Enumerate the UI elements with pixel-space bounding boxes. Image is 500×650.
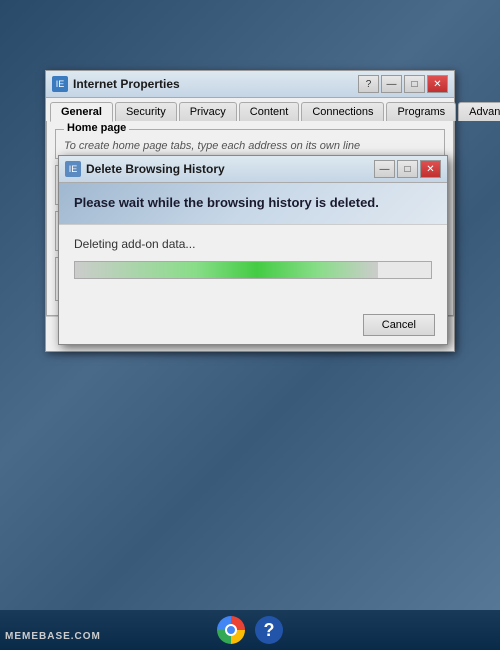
ie-title-icon: IE — [52, 76, 68, 92]
home-page-subtext: To create home page tabs, type each addr… — [64, 140, 436, 152]
dialog-cancel-button[interactable]: Cancel — [363, 314, 435, 336]
dialog-controls: — □ ✕ — [374, 160, 441, 178]
close-button[interactable]: ✕ — [427, 75, 448, 93]
dialog-ie-icon: IE — [65, 161, 81, 177]
taskbar-help-icon[interactable]: ? — [254, 615, 284, 645]
chrome-circle — [217, 616, 245, 644]
deleting-status-text: Deleting add-on data... — [74, 237, 432, 251]
taskbar-icons: ? — [216, 615, 284, 645]
tab-security[interactable]: Security — [115, 102, 177, 121]
tab-general[interactable]: General — [50, 102, 113, 122]
tab-privacy[interactable]: Privacy — [179, 102, 237, 121]
dialog-maximize-button[interactable]: □ — [397, 160, 418, 178]
dialog-header-banner: Please wait while the browsing history i… — [59, 183, 447, 225]
help-button[interactable]: ? — [358, 75, 379, 93]
tab-content[interactable]: Content — [239, 102, 300, 121]
chrome-inner — [225, 624, 237, 636]
dialog-body: Deleting add-on data... — [59, 225, 447, 306]
taskbar: MEMEBASE.COM ? — [0, 610, 500, 650]
progress-bar-fill — [75, 262, 378, 278]
inet-tabs-row: General Security Privacy Content Connect… — [46, 98, 454, 121]
internet-properties-title: Internet Properties — [73, 77, 180, 91]
inet-window-controls: ? — □ ✕ — [358, 75, 448, 93]
dialog-title-left: IE Delete Browsing History — [65, 161, 225, 177]
dialog-title: Delete Browsing History — [86, 162, 225, 176]
dialog-titlebar: IE Delete Browsing History — □ ✕ — [59, 156, 447, 183]
dialog-footer: Cancel — [59, 306, 447, 344]
dialog-header-text: Please wait while the browsing history i… — [74, 195, 432, 212]
desktop: IE Internet Properties ? — □ ✕ General S… — [0, 0, 500, 650]
tab-programs[interactable]: Programs — [386, 102, 456, 121]
titlebar-left: IE Internet Properties — [52, 76, 180, 92]
tab-advanced[interactable]: Advanced — [458, 102, 500, 121]
maximize-button[interactable]: □ — [404, 75, 425, 93]
internet-properties-titlebar: IE Internet Properties ? — □ ✕ — [46, 71, 454, 98]
taskbar-chrome-icon[interactable] — [216, 615, 246, 645]
memebase-label: MEMEBASE.COM — [5, 631, 101, 642]
tab-connections[interactable]: Connections — [301, 102, 384, 121]
progress-bar-container — [74, 261, 432, 279]
minimize-button[interactable]: — — [381, 75, 402, 93]
dialog-minimize-button[interactable]: — — [374, 160, 395, 178]
delete-browsing-history-dialog: IE Delete Browsing History — □ ✕ Please … — [58, 155, 448, 345]
home-page-label: Home page — [64, 122, 129, 134]
question-mark: ? — [255, 616, 283, 644]
dialog-close-button[interactable]: ✕ — [420, 160, 441, 178]
